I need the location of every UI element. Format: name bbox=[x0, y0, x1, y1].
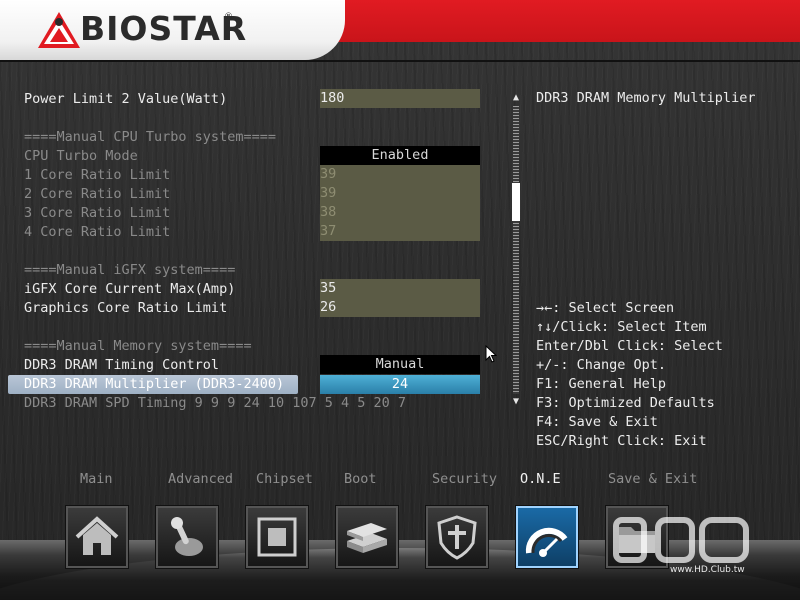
tab-one[interactable]: O.N.E bbox=[520, 470, 561, 488]
setting-label-gfx-ratio[interactable]: Graphics Core Ratio Limit bbox=[24, 299, 227, 317]
scrollbar-thumb[interactable] bbox=[512, 183, 520, 221]
setting-label-dram-timing-control[interactable]: DDR3 DRAM Timing Control bbox=[24, 356, 219, 374]
biostar-logo-icon bbox=[38, 12, 80, 48]
tab-main[interactable]: Main bbox=[80, 470, 113, 488]
tab-advanced[interactable]: Advanced bbox=[168, 470, 233, 488]
setting-value-power-limit-2[interactable]: 180 bbox=[320, 89, 480, 108]
bios-screen: BIOSTAR ® Power Limit 2 Value(Watt) 180 … bbox=[0, 0, 800, 600]
help-key-line: F4: Save & Exit bbox=[536, 414, 658, 430]
hd-club-watermark-icon: www.HD.Club.tw bbox=[613, 517, 749, 575]
tab-security[interactable]: Security bbox=[432, 470, 497, 488]
setting-label-dram-multiplier[interactable]: DDR3 DRAM Multiplier (DDR3-2400) bbox=[24, 375, 284, 393]
watermark-url: www.HD.Club.tw bbox=[670, 565, 745, 575]
section-header-igfx: ====Manual iGFX system==== bbox=[24, 262, 236, 278]
setting-value-core4-ratio: 37 bbox=[320, 222, 480, 241]
setting-value-core3-ratio: 38 bbox=[320, 203, 480, 222]
setting-value-igfx-current[interactable]: 35 bbox=[320, 279, 480, 298]
section-header-memory: ====Manual Memory system==== bbox=[24, 338, 252, 354]
speedometer-icon[interactable] bbox=[516, 506, 578, 568]
home-icon[interactable] bbox=[66, 506, 128, 568]
setting-value-cpu-turbo-mode: Enabled bbox=[320, 146, 480, 165]
header-red-band bbox=[300, 0, 800, 42]
setting-label-core1-ratio: 1 Core Ratio Limit bbox=[24, 167, 171, 183]
info-dram-spd-timing: DDR3 DRAM SPD Timing 9 9 9 24 10 107 5 4… bbox=[24, 395, 407, 411]
scrollbar-track[interactable] bbox=[513, 106, 519, 394]
help-key-line: ↑↓/Click: Select Item bbox=[536, 319, 707, 335]
setting-label-cpu-turbo-mode: CPU Turbo Mode bbox=[24, 148, 138, 164]
setting-label-core4-ratio: 4 Core Ratio Limit bbox=[24, 224, 171, 240]
setting-label-power-limit-2[interactable]: Power Limit 2 Value(Watt) bbox=[24, 90, 227, 108]
brand-name: BIOSTAR bbox=[80, 9, 248, 48]
chip-icon[interactable] bbox=[246, 506, 308, 568]
setting-value-dram-multiplier[interactable]: 24 bbox=[320, 375, 480, 394]
scroll-up-arrow-icon[interactable]: ▲ bbox=[510, 93, 522, 103]
setting-label-igfx-current[interactable]: iGFX Core Current Max(Amp) bbox=[24, 280, 235, 298]
setting-label-core2-ratio: 2 Core Ratio Limit bbox=[24, 186, 171, 202]
help-key-line: Enter/Dbl Click: Select bbox=[536, 338, 723, 354]
tab-boot[interactable]: Boot bbox=[344, 470, 377, 488]
help-key-line: F3: Optimized Defaults bbox=[536, 395, 715, 411]
scroll-down-arrow-icon[interactable]: ▼ bbox=[510, 397, 522, 407]
setting-value-dram-timing-control[interactable]: Manual bbox=[320, 355, 480, 374]
tab-chipset[interactable]: Chipset bbox=[256, 470, 313, 488]
help-key-line: F1: General Help bbox=[536, 376, 667, 392]
help-key-line: +/-: Change Opt. bbox=[536, 357, 667, 373]
help-title: DDR3 DRAM Memory Multiplier bbox=[536, 90, 756, 106]
header: BIOSTAR ® bbox=[0, 0, 800, 62]
shield-icon[interactable] bbox=[426, 506, 488, 568]
setting-value-core2-ratio: 39 bbox=[320, 184, 480, 203]
help-key-line: →←: Select Screen bbox=[536, 300, 675, 316]
brand-registered-mark: ® bbox=[224, 12, 233, 22]
joystick-icon[interactable] bbox=[156, 506, 218, 568]
mouse-cursor-icon bbox=[485, 345, 497, 363]
setting-label-core3-ratio: 3 Core Ratio Limit bbox=[24, 205, 171, 221]
tab-save-exit[interactable]: Save & Exit bbox=[608, 470, 697, 488]
setting-value-gfx-ratio[interactable]: 26 bbox=[320, 298, 480, 317]
header-divider bbox=[0, 60, 800, 62]
section-header-cpu-turbo: ====Manual CPU Turbo system==== bbox=[24, 129, 276, 145]
setting-value-core1-ratio: 39 bbox=[320, 165, 480, 184]
drives-icon[interactable] bbox=[336, 506, 398, 568]
help-key-line: ESC/Right Click: Exit bbox=[536, 433, 707, 449]
logo-panel: BIOSTAR ® bbox=[0, 0, 345, 60]
